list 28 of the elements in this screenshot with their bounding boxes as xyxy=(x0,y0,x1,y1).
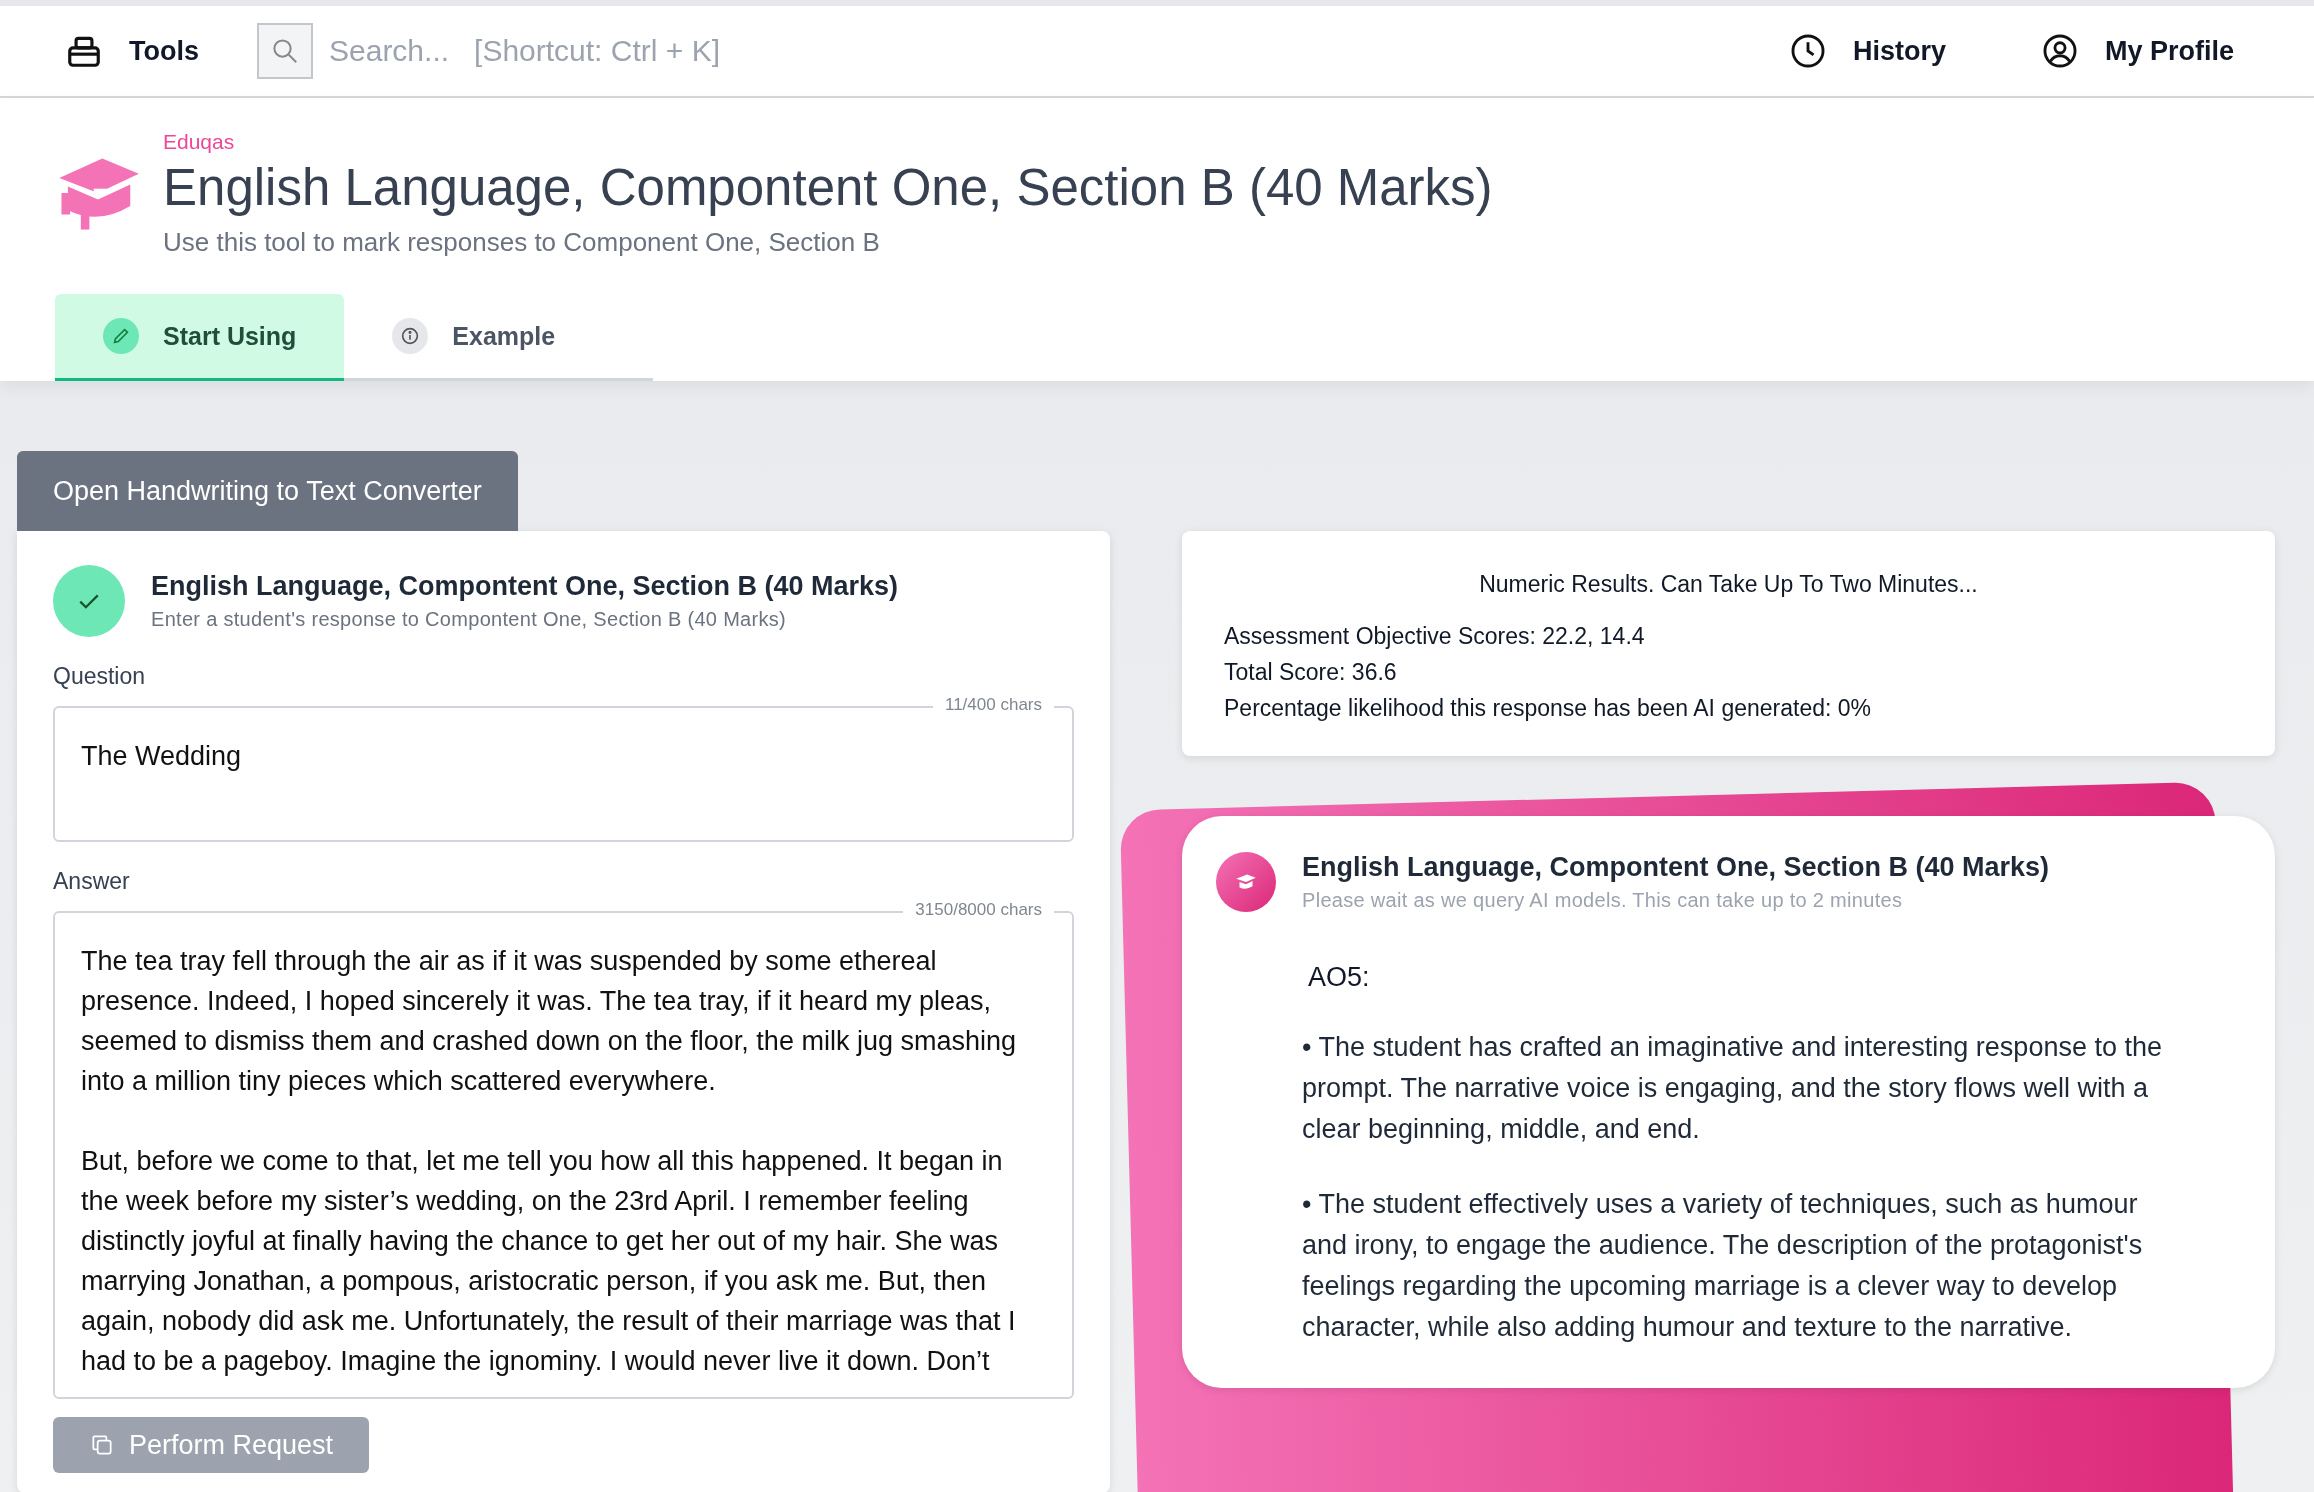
field-value: The tea tray fell through the air as if it was suspended by some ethereal presence. Indeed, I hoped sincerely it was. The tea tray, if it heard my pleas, seemed to dismiss them and crashed down on the floor, the milk jug smashing into a million tiny pieces which scattered everywhere. But, before we come to that, let me tell you how all this happened. It began in the week before my sister’s wedding, on the 23rd April. I remember feeling distinctly joyful at finally having the chance to get her out of my hair. She was marrying Jonathan, a pompous, aristocratic person, if you ask me. But, then again, nobody did ask me. Unfortunately, the result of their marriage was that I had to be a pageboy. Imagine the ignominy. I would never live it down. Don’t xyxy=(81,945,1017,1378)
converter-button[interactable]: Open Handwriting to Text Converter xyxy=(17,451,518,531)
form-title: English Language, Compontent One, Section B (40 Marks) xyxy=(151,571,899,602)
feedback-subtitle: Please wait as we query AI models. This can take up to 2 minutes xyxy=(1302,889,1904,912)
result-line: Percentage likelihood this response has been AI generated: 0% xyxy=(1224,694,1872,723)
feedback-title: English Language, Compontent One, Section B (40 Marks) xyxy=(1302,852,2050,883)
search-button[interactable] xyxy=(257,23,313,79)
form-subtitle: Enter a student's response to Compontent One, Section B (40 Marks) xyxy=(151,608,788,631)
result-line: Total Score: 36.6 xyxy=(1224,658,1398,687)
field-label: Question xyxy=(53,663,147,690)
tab[interactable]: Start Using xyxy=(55,294,345,381)
provider-label: Eduqas xyxy=(163,130,236,154)
feedback-paragraph: • The student effectively uses a variety of techniques, such as humour and irony, to engage the audience. The description of the protagonist's feelings regarding the upcoming marriage is a clever way to develop character, while also adding humour and texture to the narrative. xyxy=(1302,1188,2144,1344)
field-value: The Wedding xyxy=(81,740,243,773)
page-subtitle: Use this tool to mark responses to Component One, Section B xyxy=(163,227,881,258)
page-title: English Language, Compontent One, Section B (40 Marks) xyxy=(163,158,1493,217)
search-icon xyxy=(270,36,300,66)
nav-link[interactable]: My Profile xyxy=(2104,35,2234,67)
feedback-paragraph: • The student has crafted an imaginative and interesting response to the prompt. The narrative voice is engaging, and the story flows well with a clear beginning, middle, and end. xyxy=(1302,1031,2163,1146)
result-line: Assessment Objective Scores: 22.2, 14.4 xyxy=(1224,622,1646,651)
tools-label[interactable]: Tools xyxy=(129,35,199,67)
copy-icon xyxy=(89,1432,115,1458)
field-label: Answer xyxy=(53,868,131,895)
feedback-heading: AO5: xyxy=(1308,962,1371,993)
results-heading: Numeric Results. Can Take Up To Two Minutes... xyxy=(1478,571,1979,598)
tab[interactable]: Example xyxy=(344,294,604,381)
logo-badge xyxy=(1216,852,1276,912)
nav-link[interactable]: History xyxy=(1852,35,1946,67)
